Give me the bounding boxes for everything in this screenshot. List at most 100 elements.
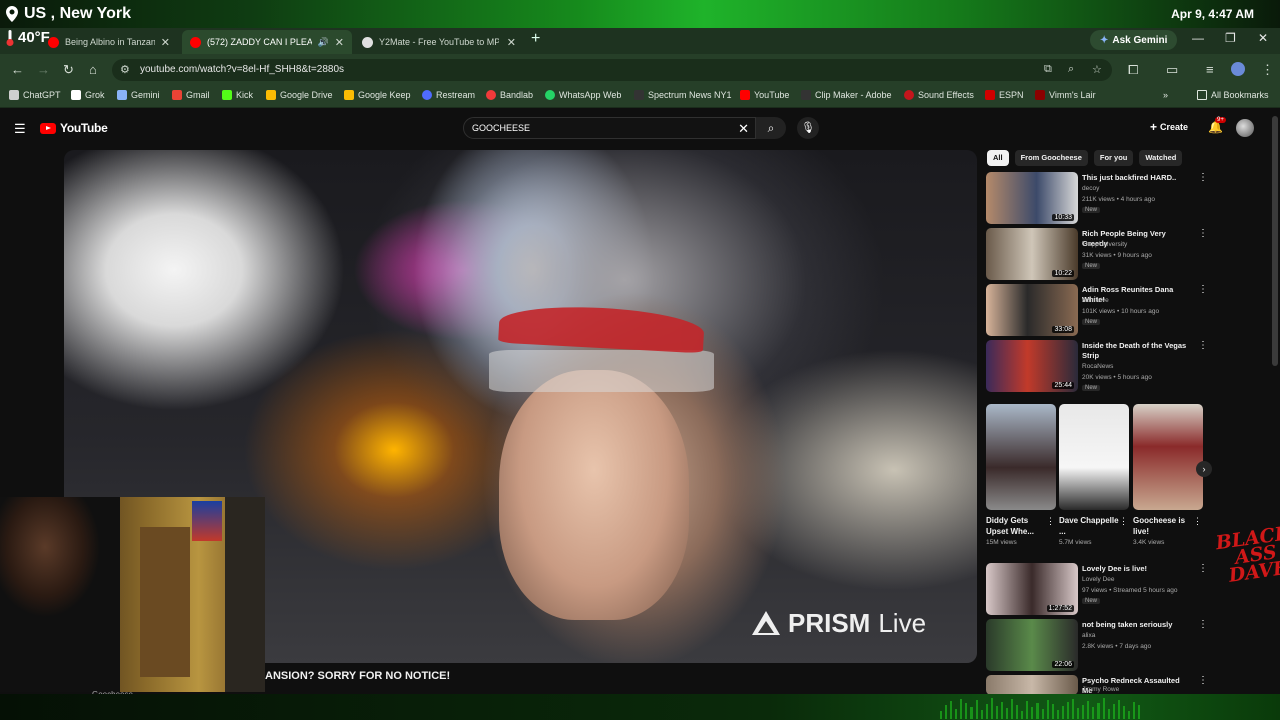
media-controls-icon[interactable]: ≡: [1206, 62, 1214, 77]
youtube-logo[interactable]: YouTube: [40, 121, 108, 135]
chip-for-you[interactable]: For you: [1093, 150, 1134, 166]
rec-channel[interactable]: RocaNews: [1082, 363, 1113, 370]
short-item[interactable]: Dave Chappelle ... 5.7M views ⋮: [1059, 404, 1129, 549]
hamburger-menu-icon[interactable]: ☰: [14, 121, 26, 137]
forward-icon[interactable]: →: [37, 62, 50, 77]
close-window-icon[interactable]: ✕: [1258, 31, 1268, 45]
rec-channel[interactable]: Lovely Dee: [1082, 576, 1115, 583]
bookmark-espn[interactable]: ESPN: [985, 90, 1024, 100]
shorts-next-icon[interactable]: ›: [1196, 461, 1212, 477]
bookmark-whatsapp[interactable]: WhatsApp Web: [545, 90, 621, 100]
more-options-icon[interactable]: ⋮: [1198, 172, 1208, 183]
short-title[interactable]: Diddy Gets Upset Whe...: [986, 515, 1046, 537]
video-thumbnail[interactable]: 33:08: [986, 284, 1078, 336]
bookmark-grok[interactable]: Grok: [71, 90, 105, 100]
rec-title[interactable]: This just backfired HARD..: [1082, 173, 1190, 183]
list-item[interactable]: 10:33 This just backfired HARD.. decoy 2…: [986, 172, 1216, 224]
reload-icon[interactable]: ↻: [63, 62, 74, 78]
bookmark-clip-maker[interactable]: Clip Maker - Adobe: [801, 90, 892, 100]
rec-channel[interactable]: TrappUniversity: [1082, 241, 1127, 248]
more-options-icon[interactable]: ⋮: [1198, 619, 1208, 630]
list-item[interactable]: 25:44 Inside the Death of the Vegas Stri…: [986, 340, 1216, 392]
list-item[interactable]: 1:27:52 Lovely Dee is live! Lovely Dee 9…: [986, 563, 1216, 615]
page-scrollbar[interactable]: [1272, 116, 1278, 366]
list-item[interactable]: 10:22 Rich People Being Very Greedy Trap…: [986, 228, 1216, 280]
search-box[interactable]: GOOCHEESE ✕: [463, 117, 756, 139]
short-item[interactable]: Diddy Gets Upset Whe... 15M views ⋮: [986, 404, 1056, 549]
back-icon[interactable]: ←: [11, 62, 24, 77]
bookmark-spectrum[interactable]: Spectrum News NY1: [634, 90, 732, 100]
video-thumbnail[interactable]: 10:33: [986, 172, 1078, 224]
list-item[interactable]: 22:06 not being taken seriously alixa 2.…: [986, 619, 1216, 671]
chrome-menu-icon[interactable]: ⋮: [1261, 62, 1274, 78]
search-input[interactable]: GOOCHEESE: [472, 123, 530, 133]
bookmark-kick[interactable]: Kick: [222, 90, 253, 100]
bookmark-google-drive[interactable]: Google Drive: [266, 90, 333, 100]
short-item[interactable]: Goocheese is live! 3.4K views ⋮: [1133, 404, 1203, 549]
extensions-icon[interactable]: ⧠: [1128, 62, 1138, 78]
omnibox[interactable]: ⚙ youtube.com/watch?v=8el-Hf_SHH8&t=2880…: [112, 59, 1112, 81]
more-options-icon[interactable]: ⋮: [1198, 563, 1208, 574]
more-options-icon[interactable]: ⋮: [1119, 516, 1128, 527]
video-thumbnail[interactable]: [986, 675, 1078, 695]
rec-channel[interactable]: Jimmy Rowe: [1082, 686, 1119, 693]
bookmark-vimms-lair[interactable]: Vimm's Lair: [1035, 90, 1096, 100]
bookmark-star-icon[interactable]: ☆: [1092, 63, 1102, 76]
bookmark-bandlab[interactable]: Bandlab: [486, 90, 533, 100]
new-tab-button[interactable]: +: [531, 30, 540, 48]
rec-title[interactable]: Inside the Death of the Vegas Strip: [1082, 341, 1190, 361]
bookmark-restream[interactable]: Restream: [422, 90, 475, 100]
create-button[interactable]: + Create: [1150, 120, 1188, 134]
short-thumbnail[interactable]: [986, 404, 1056, 510]
more-options-icon[interactable]: ⋮: [1046, 516, 1055, 527]
close-tab-icon[interactable]: ✕: [335, 36, 344, 49]
more-options-icon[interactable]: ⋮: [1193, 516, 1202, 527]
voice-search-button[interactable]: 🎙: [797, 117, 819, 139]
rec-channel[interactable]: decoy: [1082, 185, 1099, 192]
chip-from-goocheese[interactable]: From Goocheese: [1014, 150, 1088, 166]
rec-channel[interactable]: Adin Live: [1082, 297, 1109, 304]
site-info-icon[interactable]: ⚙: [120, 63, 130, 76]
video-thumbnail[interactable]: 25:44: [986, 340, 1078, 392]
video-thumbnail[interactable]: 22:06: [986, 619, 1078, 671]
rec-channel[interactable]: alixa: [1082, 632, 1095, 639]
more-options-icon[interactable]: ⋮: [1198, 340, 1208, 351]
list-item[interactable]: Psycho Redneck Assaulted Me Jimmy Rowe ⋮: [986, 675, 1216, 695]
install-app-icon[interactable]: ⧉: [1044, 63, 1052, 76]
tab-zaddy[interactable]: (572) ZADDY CAN I PLEASE 🔊 ✕: [182, 30, 352, 54]
short-title[interactable]: Dave Chappelle ...: [1059, 515, 1119, 537]
short-thumbnail[interactable]: [1059, 404, 1129, 510]
short-thumbnail[interactable]: [1133, 404, 1203, 510]
maximize-icon[interactable]: ❐: [1225, 31, 1236, 45]
bookmark-youtube[interactable]: YouTube: [740, 90, 789, 100]
video-thumbnail[interactable]: 10:22: [986, 228, 1078, 280]
home-icon[interactable]: ⌂: [89, 62, 97, 77]
list-item[interactable]: 33:08 Adin Ross Reunites Dana White! Adi…: [986, 284, 1216, 336]
all-bookmarks[interactable]: All Bookmarks: [1197, 90, 1269, 100]
ask-gemini-button[interactable]: ✦ Ask Gemini: [1090, 30, 1178, 50]
zoom-icon[interactable]: ⌕: [1068, 63, 1074, 76]
short-title[interactable]: Goocheese is live!: [1133, 515, 1193, 537]
speaker-icon[interactable]: 🔊: [318, 37, 329, 48]
chip-watched[interactable]: Watched: [1139, 150, 1183, 166]
more-options-icon[interactable]: ⋮: [1198, 284, 1208, 295]
more-options-icon[interactable]: ⋮: [1198, 228, 1208, 239]
chip-all[interactable]: All: [987, 150, 1009, 166]
search-button[interactable]: ⌕: [756, 117, 786, 139]
clear-search-icon[interactable]: ✕: [738, 121, 749, 137]
account-avatar[interactable]: [1236, 119, 1254, 137]
minimize-icon[interactable]: —: [1192, 31, 1204, 45]
close-tab-icon[interactable]: ✕: [507, 36, 516, 49]
bookmark-gemini[interactable]: Gemini: [117, 90, 160, 100]
close-tab-icon[interactable]: ✕: [161, 36, 170, 49]
video-thumbnail[interactable]: 1:27:52: [986, 563, 1078, 615]
sidebar-icon[interactable]: ▭: [1166, 62, 1178, 78]
tab-albino[interactable]: Being Albino in Tanzania ✕: [40, 30, 178, 54]
rec-title[interactable]: not being taken seriously: [1082, 620, 1190, 630]
bookmark-gmail[interactable]: Gmail: [172, 90, 210, 100]
bookmark-chatgpt[interactable]: ChatGPT: [9, 90, 61, 100]
bookmark-google-keep[interactable]: Google Keep: [344, 90, 411, 100]
url-text[interactable]: youtube.com/watch?v=8el-Hf_SHH8&t=2880s: [140, 64, 344, 75]
profile-avatar-icon[interactable]: [1231, 62, 1245, 76]
more-options-icon[interactable]: ⋮: [1198, 675, 1208, 686]
